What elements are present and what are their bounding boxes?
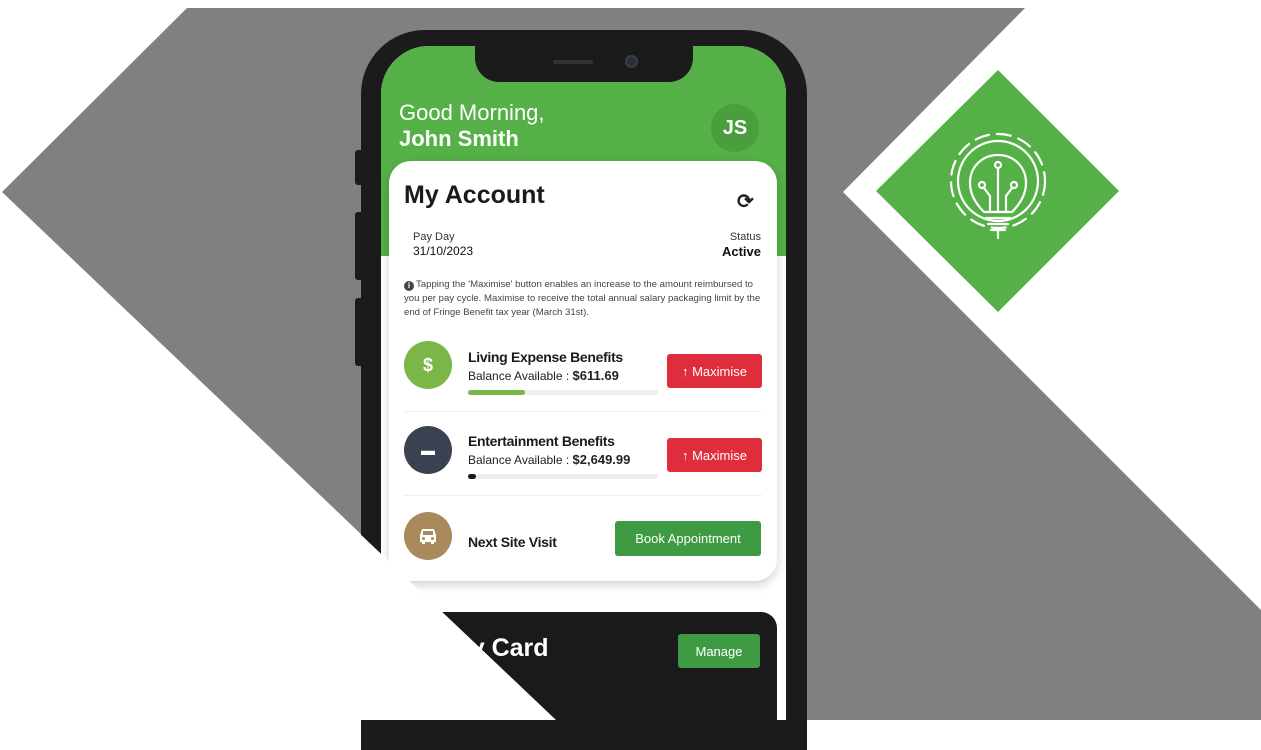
card-section-title: iziway Card bbox=[411, 634, 549, 662]
greeting-text: Good Morning, bbox=[399, 100, 545, 125]
divider bbox=[404, 411, 762, 412]
benefit-title: Entertainment Benefits bbox=[468, 433, 615, 449]
phone-mute-switch bbox=[355, 150, 363, 185]
benefit-balance: Balance Available : $2,649.99 bbox=[468, 452, 631, 467]
account-title: My Account bbox=[404, 181, 545, 209]
avatar[interactable]: JS bbox=[711, 104, 759, 152]
benefit-progress-fill bbox=[468, 390, 525, 395]
greeting: Good Morning, John Smith bbox=[399, 100, 545, 152]
phone-volume-down bbox=[355, 298, 363, 366]
card-section: iziway Card Manage bbox=[411, 612, 777, 720]
user-name: John Smith bbox=[399, 126, 519, 151]
benefit-progress-fill bbox=[468, 474, 476, 479]
benefit-title: Living Expense Benefits bbox=[468, 349, 623, 365]
benefit-progress-bar bbox=[468, 474, 658, 479]
info-icon: i bbox=[404, 281, 414, 291]
pay-day-value: 31/10/2023 bbox=[413, 244, 474, 258]
refresh-icon[interactable]: ⟳ bbox=[737, 189, 754, 214]
speaker-grille bbox=[553, 60, 593, 64]
divider bbox=[404, 495, 762, 496]
maximise-button[interactable]: ↑ Maximise bbox=[667, 354, 762, 388]
benefit-progress-bar bbox=[468, 390, 658, 395]
status-label: Status bbox=[729, 231, 761, 243]
manage-button[interactable]: Manage bbox=[678, 634, 760, 668]
car-icon bbox=[404, 512, 452, 560]
credit-card-icon: ▬ bbox=[404, 426, 452, 474]
pay-day-label: Pay Day bbox=[413, 231, 455, 243]
book-appointment-button[interactable]: Book Appointment bbox=[615, 521, 761, 556]
info-text: Tapping the 'Maximise' button enables an… bbox=[404, 279, 761, 318]
maximise-button[interactable]: ↑ Maximise bbox=[667, 438, 762, 472]
info-note: i Tapping the 'Maximise' button enables a… bbox=[404, 278, 764, 320]
status-value: Active bbox=[721, 244, 761, 259]
dollar-icon: $ bbox=[404, 341, 452, 389]
account-card: My Account ⟳ Pay Day 31/10/2023 Status A… bbox=[389, 161, 777, 581]
phone-notch bbox=[475, 46, 693, 82]
camera-icon bbox=[625, 55, 638, 68]
phone-volume-up bbox=[355, 212, 363, 280]
site-visit-title: Next Site Visit bbox=[468, 534, 557, 550]
phone-screen: Good Morning, John Smith JS My Account ⟳… bbox=[381, 46, 786, 720]
benefit-balance: Balance Available : $611.69 bbox=[468, 368, 619, 383]
